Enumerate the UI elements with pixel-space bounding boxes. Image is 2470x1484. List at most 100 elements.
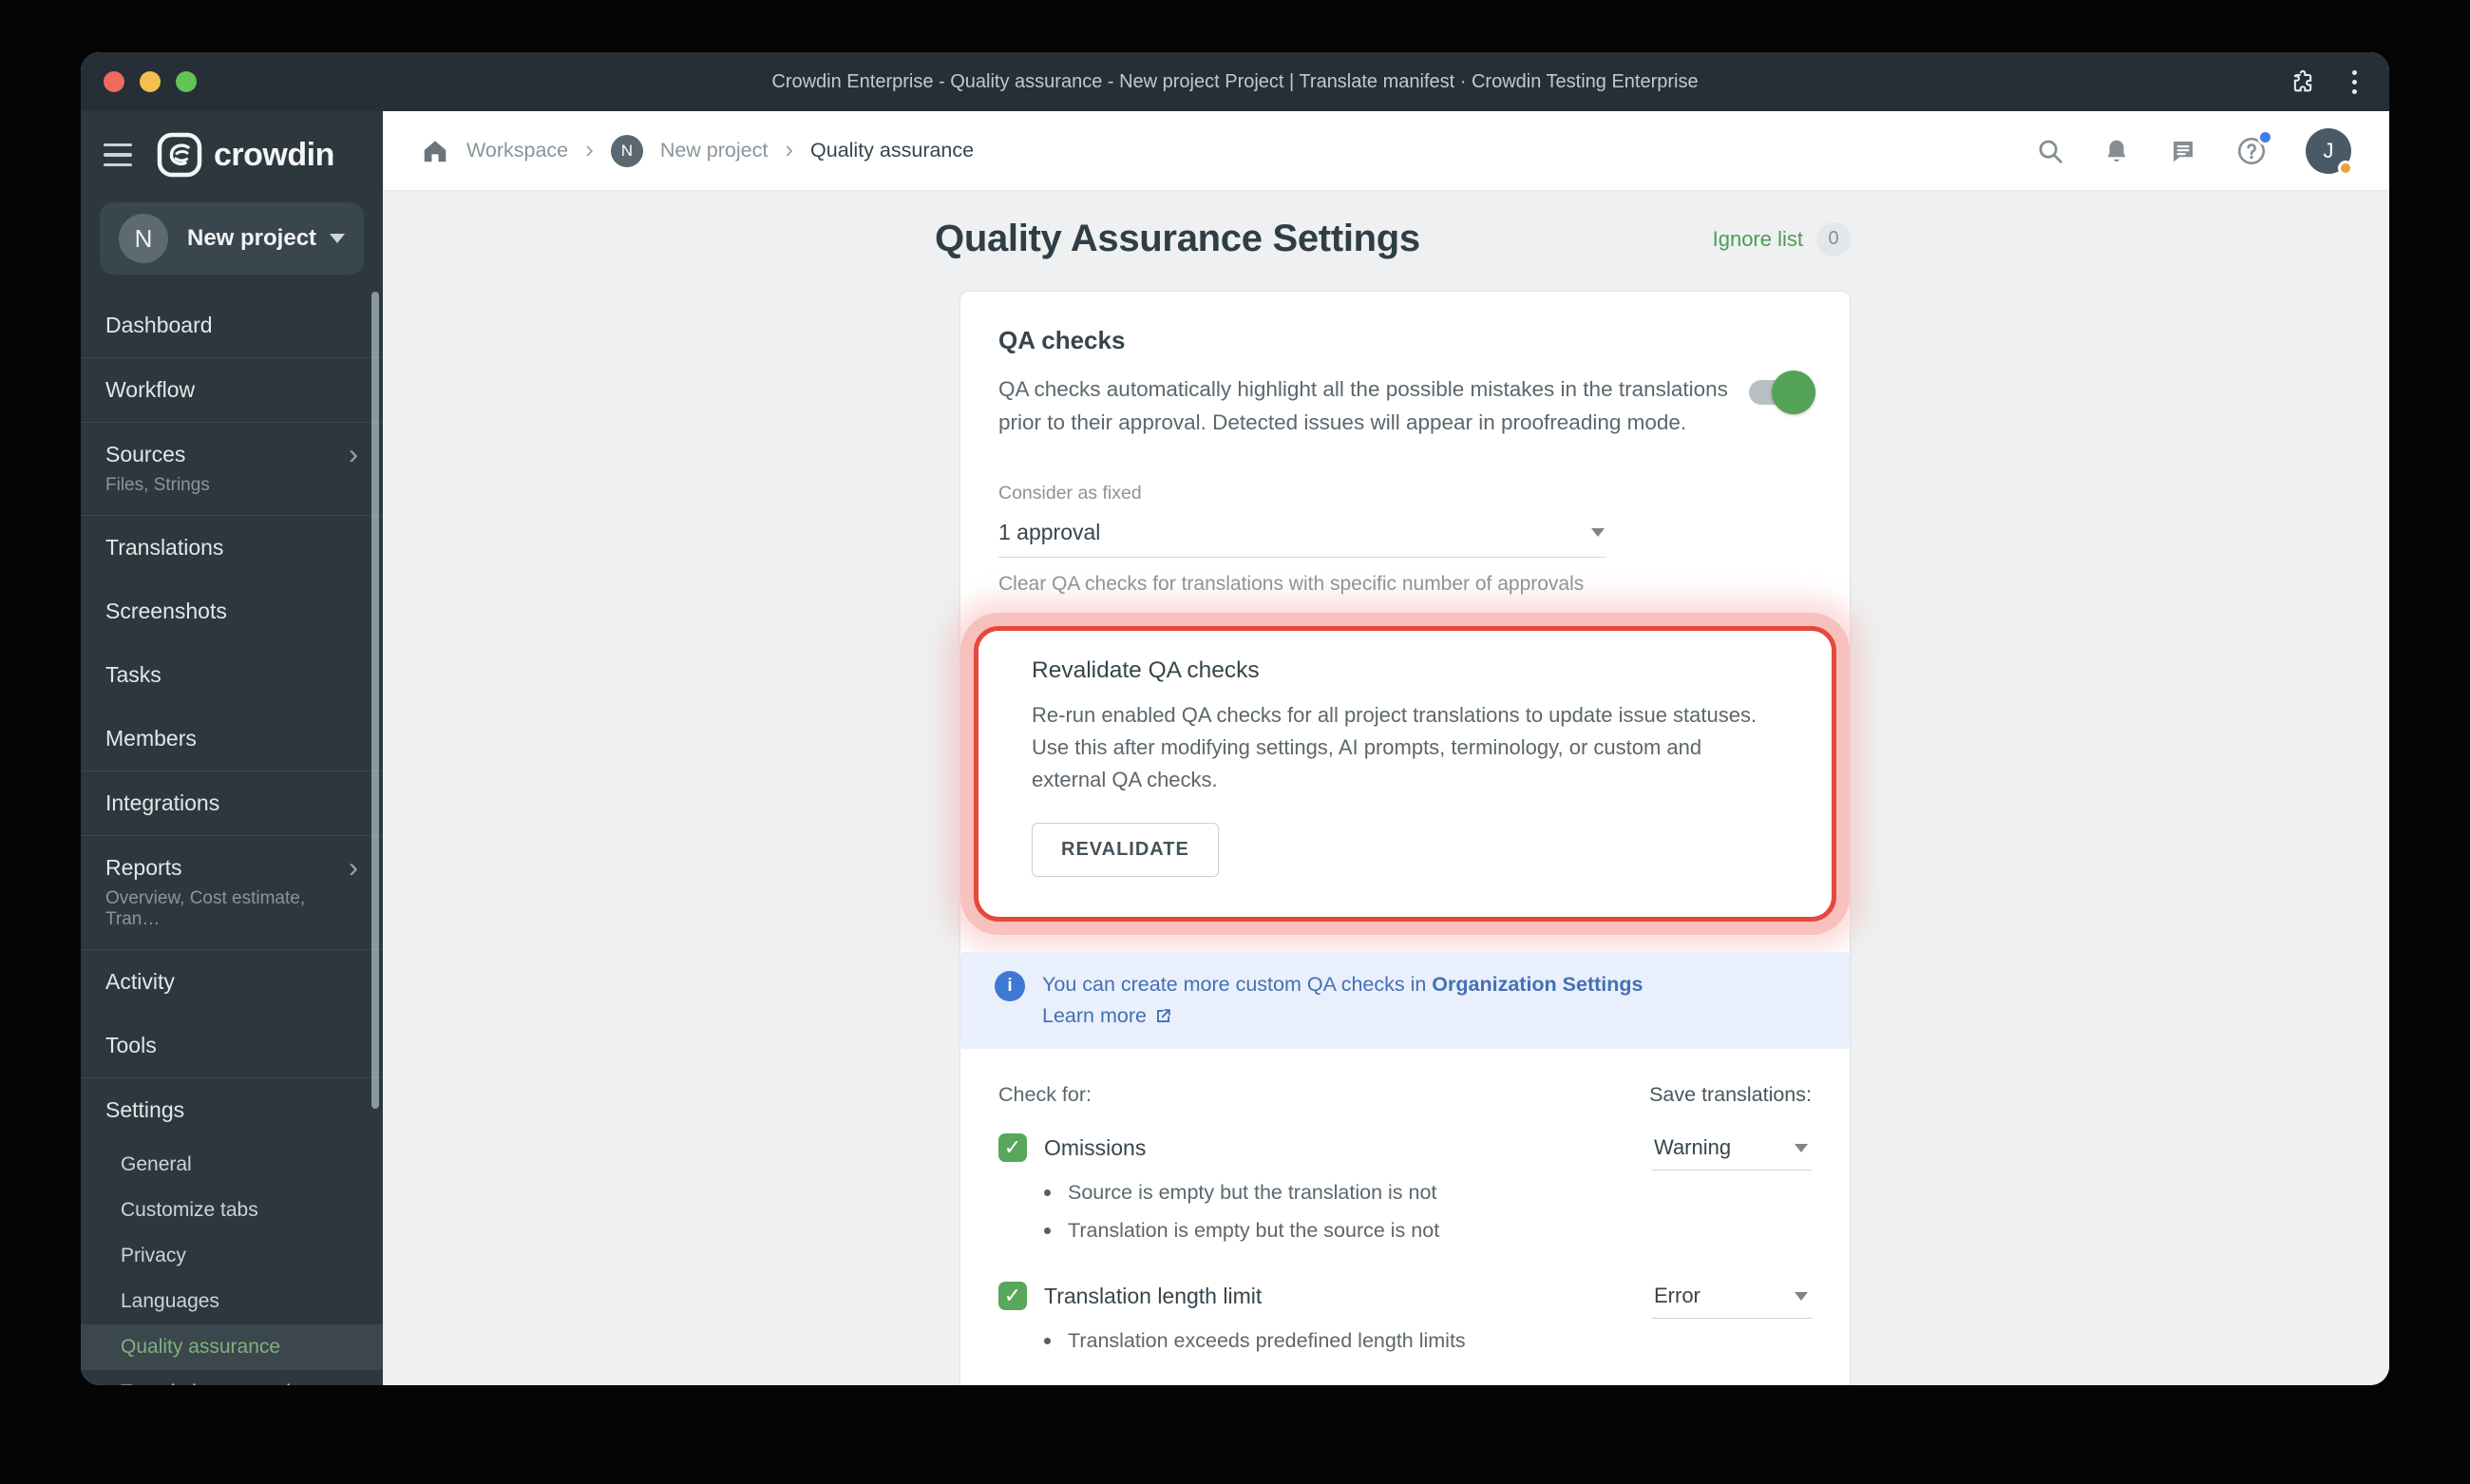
breadcrumb-workspace[interactable]: Workspace [466, 139, 568, 162]
qa-checks-toggle[interactable] [1749, 371, 1815, 414]
checkbox-omissions[interactable]: ✓ [998, 1133, 1027, 1162]
sidebar-item-reports[interactable]: Reports › Overview, Cost estimate, Tran… [81, 836, 383, 949]
sidebar: crowdin N New project Dashboard Workflow S… [81, 111, 383, 1385]
sidebar-item-settings[interactable]: Settings [81, 1078, 383, 1142]
sidebar-item-label: Sources [105, 442, 186, 466]
notifications-bell-icon[interactable] [2102, 137, 2131, 165]
bullet-dot [1044, 1227, 1051, 1234]
sidebar-item-translation-memories[interactable]: Translation memories [81, 1370, 383, 1385]
help-notification-dot [2257, 128, 2273, 145]
info-banner: i You can create more custom QA checks i… [960, 952, 1850, 1049]
sidebar-scrollbar[interactable] [371, 292, 379, 1109]
sidebar-item-activity[interactable]: Activity [81, 950, 383, 1014]
sidebar-item-label: Translations [105, 535, 224, 560]
qa-settings-card: QA checks QA checks automatically highli… [960, 291, 1851, 1385]
check-bullet: Source is empty but the translation is n… [1044, 1173, 1652, 1211]
browser-tab-title: Crowdin Enterprise - Quality assurance -… [771, 70, 1699, 92]
browser-window: Crowdin Enterprise - Quality assurance -… [81, 52, 2389, 1385]
severity-value: Error [1654, 1284, 1700, 1307]
check-for-label: Check for: [998, 1083, 1092, 1106]
browser-menu-icon[interactable] [2348, 67, 2361, 98]
banner-text: You can create more custom QA checks in [1042, 973, 1433, 996]
home-icon[interactable] [421, 137, 449, 165]
project-switcher[interactable]: N New project [100, 202, 364, 275]
bullet-text: Source is empty but the translation is n… [1068, 1181, 1437, 1204]
crowdin-logo-icon [157, 132, 202, 178]
sidebar-item-label: Integrations [105, 790, 220, 815]
breadcrumb-current: Quality assurance [810, 139, 975, 162]
project-avatar: N [119, 214, 168, 263]
bullet-text: Translation is empty but the source is n… [1068, 1219, 1440, 1242]
external-link-icon [1156, 1009, 1170, 1022]
save-translations-label: Save translations: [1649, 1083, 1812, 1106]
sidebar-item-sources[interactable]: Sources › Files, Strings [81, 423, 383, 515]
search-icon[interactable] [2036, 137, 2064, 165]
sidebar-item-general[interactable]: General [81, 1142, 383, 1188]
sidebar-item-tools[interactable]: Tools [81, 1014, 383, 1077]
chevron-right-icon: › [585, 134, 594, 163]
breadcrumb-project-badge[interactable]: N [610, 134, 643, 167]
learn-more-label: Learn more [1042, 1004, 1147, 1027]
ignore-list-link[interactable]: Ignore list [1713, 227, 1803, 252]
check-row-omissions: ✓ Omissions Source is empty but the transl… [998, 1133, 1812, 1255]
user-status-dot [2338, 160, 2353, 176]
chevron-down-icon [330, 234, 345, 243]
consider-as-fixed-select[interactable]: 1 approval [998, 508, 1606, 558]
sidebar-item-label: Workflow [105, 377, 196, 402]
bullet-text: Translation exceeds predefined length li… [1068, 1329, 1466, 1352]
sidebar-item-label: Dashboard [105, 313, 213, 337]
consider-as-fixed-help: Clear QA checks for translations with sp… [998, 573, 1585, 595]
crowdin-wordmark: crowdin [214, 136, 334, 173]
bullet-dot [1044, 1338, 1051, 1344]
sidebar-item-privacy[interactable]: Privacy [81, 1233, 383, 1279]
sidebar-item-customize-tabs[interactable]: Customize tabs [81, 1188, 383, 1233]
sidebar-item-dashboard[interactable]: Dashboard [81, 294, 383, 357]
sidebar-item-languages[interactable]: Languages [81, 1279, 383, 1324]
revalidate-button[interactable]: REVALIDATE [1032, 823, 1219, 877]
sidebar-item-workflow[interactable]: Workflow [81, 358, 383, 422]
checkbox-translation-length-limit[interactable]: ✓ [998, 1282, 1027, 1310]
sidebar-item-label: Reports [105, 855, 182, 880]
chevron-right-icon: › [349, 438, 358, 470]
user-avatar[interactable]: J [2306, 127, 2353, 176]
chevron-down-icon [1795, 1291, 1808, 1301]
breadcrumb-project[interactable]: New project [660, 139, 769, 162]
check-label: Omissions [1044, 1134, 1147, 1160]
learn-more-link[interactable]: Learn more [1042, 1000, 1643, 1032]
info-icon: i [995, 971, 1025, 1001]
hamburger-menu-icon[interactable] [104, 140, 132, 171]
messages-icon[interactable] [2169, 137, 2197, 165]
revalidate-section-highlighted: Revalidate QA checks Re-run enabled QA c… [974, 626, 1836, 922]
project-switcher-name: New project [187, 225, 317, 251]
sidebar-item-members[interactable]: Members [81, 707, 383, 771]
sidebar-nav: Dashboard Workflow Sources › Files, Strings T… [81, 294, 383, 1385]
chevron-right-icon: › [349, 851, 358, 884]
sidebar-item-subtitle: Files, Strings [105, 475, 210, 495]
consider-as-fixed-label: Consider as fixed [998, 483, 1142, 504]
sidebar-item-tasks[interactable]: Tasks [81, 643, 383, 707]
sidebar-item-integrations[interactable]: Integrations [81, 771, 383, 835]
crowdin-logo[interactable]: crowdin [157, 132, 334, 178]
qa-checks-heading: QA checks [998, 326, 1126, 354]
sidebar-item-label: Settings [105, 1097, 185, 1122]
sidebar-item-subtitle: Overview, Cost estimate, Tran… [105, 888, 306, 929]
sidebar-item-label: Activity [105, 969, 175, 994]
check-label: Translation length limit [1044, 1283, 1263, 1308]
severity-select-translation-length-limit[interactable]: Error [1652, 1278, 1812, 1319]
main-content: Quality Assurance Settings Ignore list 0… [383, 191, 2389, 1385]
extensions-icon[interactable] [2290, 68, 2316, 95]
sidebar-item-screenshots[interactable]: Screenshots [81, 580, 383, 643]
sidebar-item-label: Tools [105, 1033, 157, 1057]
consider-as-fixed-value: 1 approval [998, 520, 1101, 544]
severity-select-omissions[interactable]: Warning [1652, 1130, 1812, 1170]
severity-value: Warning [1654, 1135, 1732, 1159]
toggle-knob [1772, 371, 1815, 414]
breadcrumb: Workspace › N New project › Quality assu… [421, 134, 975, 167]
help-icon[interactable] [2235, 128, 2273, 167]
revalidate-description: Re-run enabled QA checks for all project… [1032, 703, 1758, 791]
chevron-right-icon: › [785, 134, 794, 163]
banner-org-settings-link[interactable]: Organization Settings [1432, 973, 1643, 996]
screenshot-canvas: Crowdin Enterprise - Quality assurance -… [0, 0, 2470, 1484]
sidebar-item-quality-assurance[interactable]: Quality assurance [81, 1324, 383, 1370]
sidebar-item-translations[interactable]: Translations [81, 516, 383, 580]
